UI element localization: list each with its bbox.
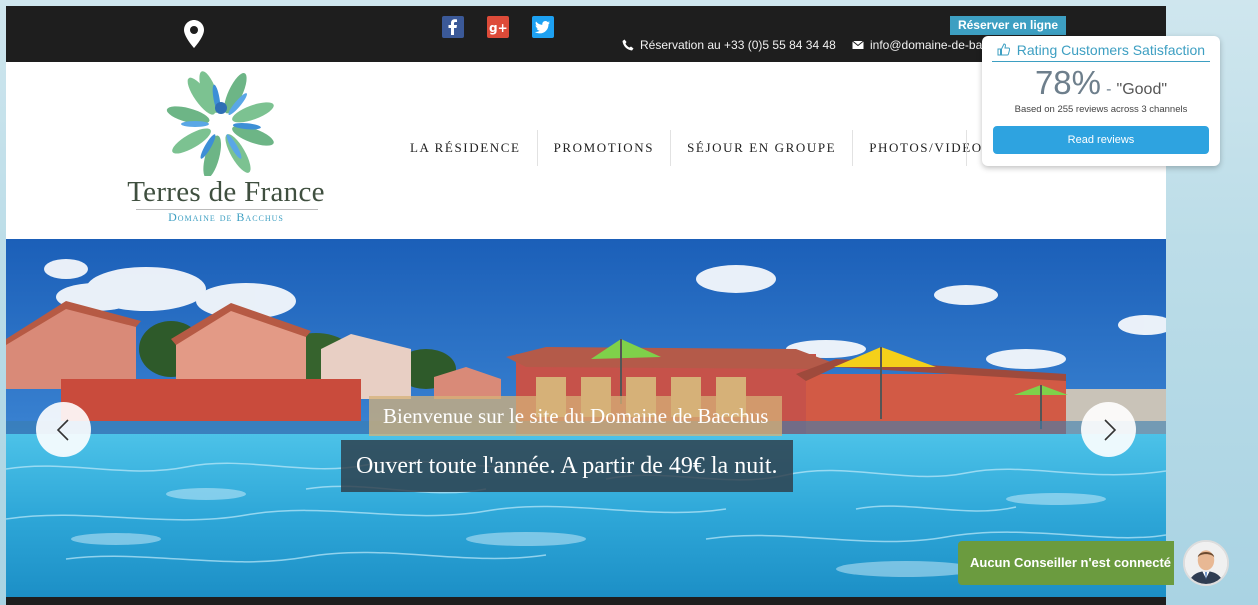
flower-logo-icon xyxy=(166,71,274,176)
chevron-right-icon xyxy=(1104,419,1117,441)
slider-next-button[interactable] xyxy=(1081,402,1136,457)
rating-title-text: Rating Customers Satisfaction xyxy=(1016,42,1206,58)
chevron-left-icon xyxy=(56,419,69,441)
nav-divider xyxy=(966,130,967,166)
nav-item-photos-video[interactable]: PHOTOS/VIDEO xyxy=(853,130,999,166)
rating-percentage: 78% xyxy=(1034,64,1102,101)
site-logo[interactable]: Terres de France Domaine de Bacchus xyxy=(106,62,346,232)
rating-widget: Rating Customers Satisfaction 78% - "Goo… xyxy=(982,36,1220,166)
rating-score: 78% - "Good" xyxy=(982,64,1220,102)
reserve-online-button[interactable]: Réserver en ligne xyxy=(950,16,1066,35)
rating-verdict: "Good" xyxy=(1116,81,1168,98)
email-text: info@domaine-de-bacchus.com xyxy=(870,38,982,52)
phone-icon xyxy=(622,39,634,51)
main-nav: LA RÉSIDENCE PROMOTIONS SÉJOUR EN GROUPE… xyxy=(394,130,999,166)
phone-contact[interactable]: Réservation au +33 (0)5 55 84 34 48 xyxy=(622,37,836,53)
facebook-icon[interactable] xyxy=(442,16,464,38)
nav-item-promotions[interactable]: PROMOTIONS xyxy=(538,130,672,166)
logo-title: Terres de France xyxy=(127,176,325,208)
hero-caption-welcome: Bienvenue sur le site du Domaine de Bacc… xyxy=(369,396,783,436)
rating-based-on: Based on 255 reviews across 3 channels xyxy=(1014,104,1188,115)
rating-separator: - xyxy=(1106,81,1112,98)
hero-caption-offer: Ouvert toute l'année. A partir de 49€ la… xyxy=(341,440,793,492)
svg-text:g+: g+ xyxy=(489,21,508,35)
twitter-icon[interactable] xyxy=(532,16,554,38)
live-chat-button[interactable]: Aucun Conseiller n'est connecté xyxy=(958,541,1174,585)
read-reviews-button[interactable]: Read reviews xyxy=(993,126,1209,154)
agent-avatar-icon xyxy=(1185,542,1227,584)
map-pin-icon[interactable] xyxy=(184,20,204,48)
footer-bar xyxy=(6,597,1166,605)
chat-agent-avatar[interactable] xyxy=(1183,540,1229,586)
nav-item-group-stay[interactable]: SÉJOUR EN GROUPE xyxy=(671,130,854,166)
slider-prev-button[interactable] xyxy=(36,402,91,457)
email-contact[interactable]: info@domaine-de-bacchus.com xyxy=(852,37,982,53)
nav-item-residence[interactable]: LA RÉSIDENCE xyxy=(394,130,538,166)
rating-title: Rating Customers Satisfaction xyxy=(992,40,1210,62)
phone-text: Réservation au +33 (0)5 55 84 34 48 xyxy=(640,38,836,52)
logo-subtitle: Domaine de Bacchus xyxy=(168,210,284,224)
thumbs-up-icon xyxy=(997,43,1011,56)
mail-icon xyxy=(852,40,864,49)
google-plus-icon[interactable]: g+ xyxy=(487,16,509,38)
